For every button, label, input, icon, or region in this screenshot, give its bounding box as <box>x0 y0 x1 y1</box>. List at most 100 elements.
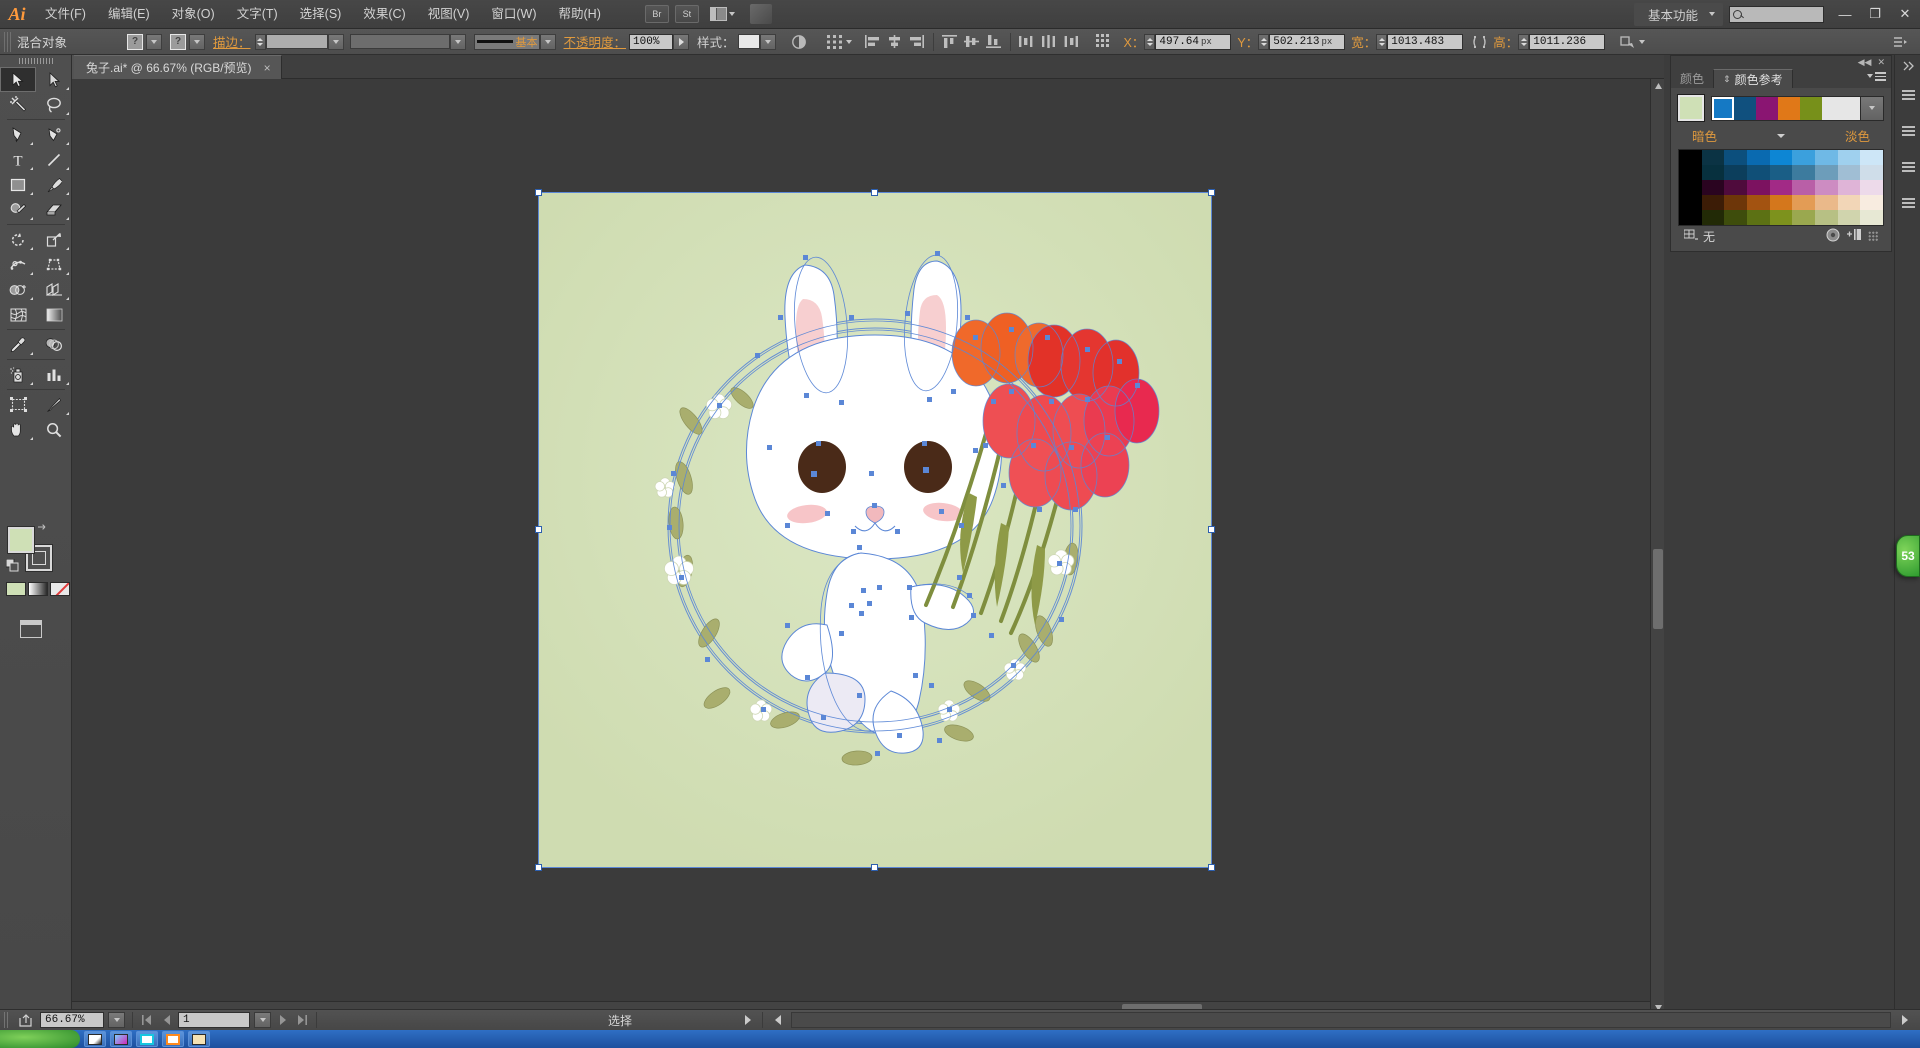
harmony-swatch-4[interactable] <box>1800 96 1822 120</box>
mesh-tool[interactable] <box>0 302 36 327</box>
none-fill-button[interactable] <box>50 582 70 596</box>
harmony-swatch-2[interactable] <box>1756 96 1778 120</box>
harmony-swatch-1[interactable] <box>1734 96 1756 120</box>
swatch-cell[interactable] <box>1701 150 1725 165</box>
width-field[interactable]: 1013.483 <box>1387 33 1464 50</box>
export-button[interactable] <box>16 1012 36 1028</box>
taskbar-item[interactable] <box>136 1031 158 1047</box>
swatch-cell[interactable] <box>1792 180 1816 195</box>
stroke-color-swatch[interactable]: ? <box>170 33 186 50</box>
limit-color-group-icon[interactable] <box>1683 229 1698 244</box>
taskbar-item[interactable] <box>188 1031 210 1047</box>
free-transform-tool[interactable] <box>36 252 72 277</box>
blend-tool[interactable] <box>36 332 72 357</box>
swatch-cell[interactable] <box>1769 210 1793 225</box>
harmony-swatch-3[interactable] <box>1778 96 1800 120</box>
width-stepper[interactable] <box>1376 33 1388 50</box>
swatch-cell[interactable] <box>1860 165 1884 180</box>
rail-panel-symbols[interactable] <box>1895 149 1920 185</box>
swatch-cell[interactable] <box>1701 165 1725 180</box>
paintbrush-tool[interactable] <box>36 172 72 197</box>
height-stepper[interactable] <box>1518 33 1530 50</box>
swatch-cell[interactable] <box>1724 180 1748 195</box>
rectangle-tool[interactable] <box>0 172 36 197</box>
fill-color-swatch[interactable]: ? <box>127 33 143 50</box>
last-artboard-button[interactable] <box>294 1012 309 1028</box>
swatch-cell[interactable] <box>1679 180 1702 195</box>
swatch-cell[interactable] <box>1815 195 1838 210</box>
x-position-field[interactable]: 497.64 px <box>1155 33 1232 50</box>
align-left-button[interactable] <box>862 32 884 52</box>
stock-button[interactable]: St <box>674 5 699 23</box>
swatch-cell[interactable] <box>1837 210 1861 225</box>
swatch-cell[interactable] <box>1747 210 1770 225</box>
swatch-cell[interactable] <box>1860 150 1884 165</box>
rotate-tool[interactable] <box>0 227 36 252</box>
swatch-cell[interactable] <box>1792 210 1816 225</box>
artboard[interactable] <box>539 193 1211 867</box>
menu-edit[interactable]: 编辑(E) <box>97 0 161 29</box>
panel-menu-button[interactable] <box>1867 72 1886 81</box>
scale-tool[interactable] <box>36 227 72 252</box>
menu-file[interactable]: 文件(F) <box>34 0 97 29</box>
swatch-cell[interactable] <box>1724 165 1748 180</box>
swatch-cell[interactable] <box>1837 150 1861 165</box>
swatch-cell[interactable] <box>1860 210 1884 225</box>
swatch-cell[interactable] <box>1860 195 1884 210</box>
swap-fill-stroke-icon[interactable] <box>37 523 49 535</box>
curvature-tool[interactable] <box>36 122 72 147</box>
search-input[interactable] <box>1729 5 1824 23</box>
slice-tool[interactable] <box>36 392 72 417</box>
rail-panel-stroke[interactable] <box>1895 77 1920 113</box>
artboard-tool[interactable] <box>0 392 36 417</box>
color-variation-grid[interactable] <box>1678 149 1884 226</box>
close-icon[interactable]: × <box>264 61 271 75</box>
swatch-cell[interactable] <box>1679 165 1702 180</box>
stroke-weight-dropdown[interactable] <box>327 33 344 50</box>
menu-view[interactable]: 视图(V) <box>417 0 481 29</box>
align-top-button[interactable] <box>939 32 961 52</box>
opacity-mask-icon[interactable] <box>788 32 810 52</box>
swatch-cell[interactable] <box>1769 195 1793 210</box>
start-button[interactable] <box>0 1030 80 1048</box>
swatch-cell[interactable] <box>1815 165 1838 180</box>
swatch-cell[interactable] <box>1837 165 1861 180</box>
floating-badge[interactable]: 53 <box>1896 535 1920 577</box>
swatch-cell[interactable] <box>1792 150 1816 165</box>
tools-panel-grip[interactable] <box>0 55 71 67</box>
eyedropper-tool[interactable] <box>0 332 36 357</box>
edit-colors-icon[interactable] <box>1826 228 1840 245</box>
taskbar-item[interactable] <box>84 1031 106 1047</box>
menu-effect[interactable]: 效果(C) <box>352 0 416 29</box>
color-fill-button[interactable] <box>6 582 26 596</box>
gradient-fill-button[interactable] <box>28 582 48 596</box>
bridge-home-icon[interactable] <box>749 4 772 24</box>
swatch-cell[interactable] <box>1769 165 1793 180</box>
swatch-cell[interactable] <box>1747 180 1770 195</box>
artboard-number-field[interactable]: 1 <box>178 1012 250 1028</box>
distribute-right-button[interactable] <box>1060 32 1082 52</box>
align-bottom-button[interactable] <box>983 32 1005 52</box>
taskbar-item[interactable] <box>110 1031 132 1047</box>
swatch-cell[interactable] <box>1837 180 1861 195</box>
menu-window[interactable]: 窗口(W) <box>480 0 547 29</box>
variable-width-profile-dropdown[interactable] <box>449 33 466 50</box>
swatch-cell[interactable] <box>1679 210 1702 225</box>
magic-wand-tool[interactable] <box>0 92 36 117</box>
distribute-left-button[interactable] <box>1016 32 1038 52</box>
status-text[interactable]: 选择 <box>608 1012 632 1029</box>
stroke-weight-field[interactable] <box>265 34 328 49</box>
harmony-rules-dropdown[interactable] <box>1860 96 1883 120</box>
height-field[interactable]: 1011.236 <box>1529 33 1606 50</box>
perspective-grid-tool[interactable] <box>36 277 72 302</box>
type-tool[interactable]: T <box>0 147 36 172</box>
restore-button[interactable]: ❐ <box>1860 3 1890 25</box>
close-icon[interactable]: ✕ <box>1877 57 1885 68</box>
rail-panel-brushes[interactable] <box>1895 113 1920 149</box>
opacity-label[interactable]: 不透明度： <box>564 32 627 51</box>
pen-tool[interactable] <box>0 122 36 147</box>
zoom-level-dropdown[interactable] <box>108 1012 125 1028</box>
graphic-style-dropdown[interactable] <box>759 33 776 50</box>
status-expand-button[interactable] <box>740 1012 755 1028</box>
selection-tool[interactable] <box>0 67 36 92</box>
